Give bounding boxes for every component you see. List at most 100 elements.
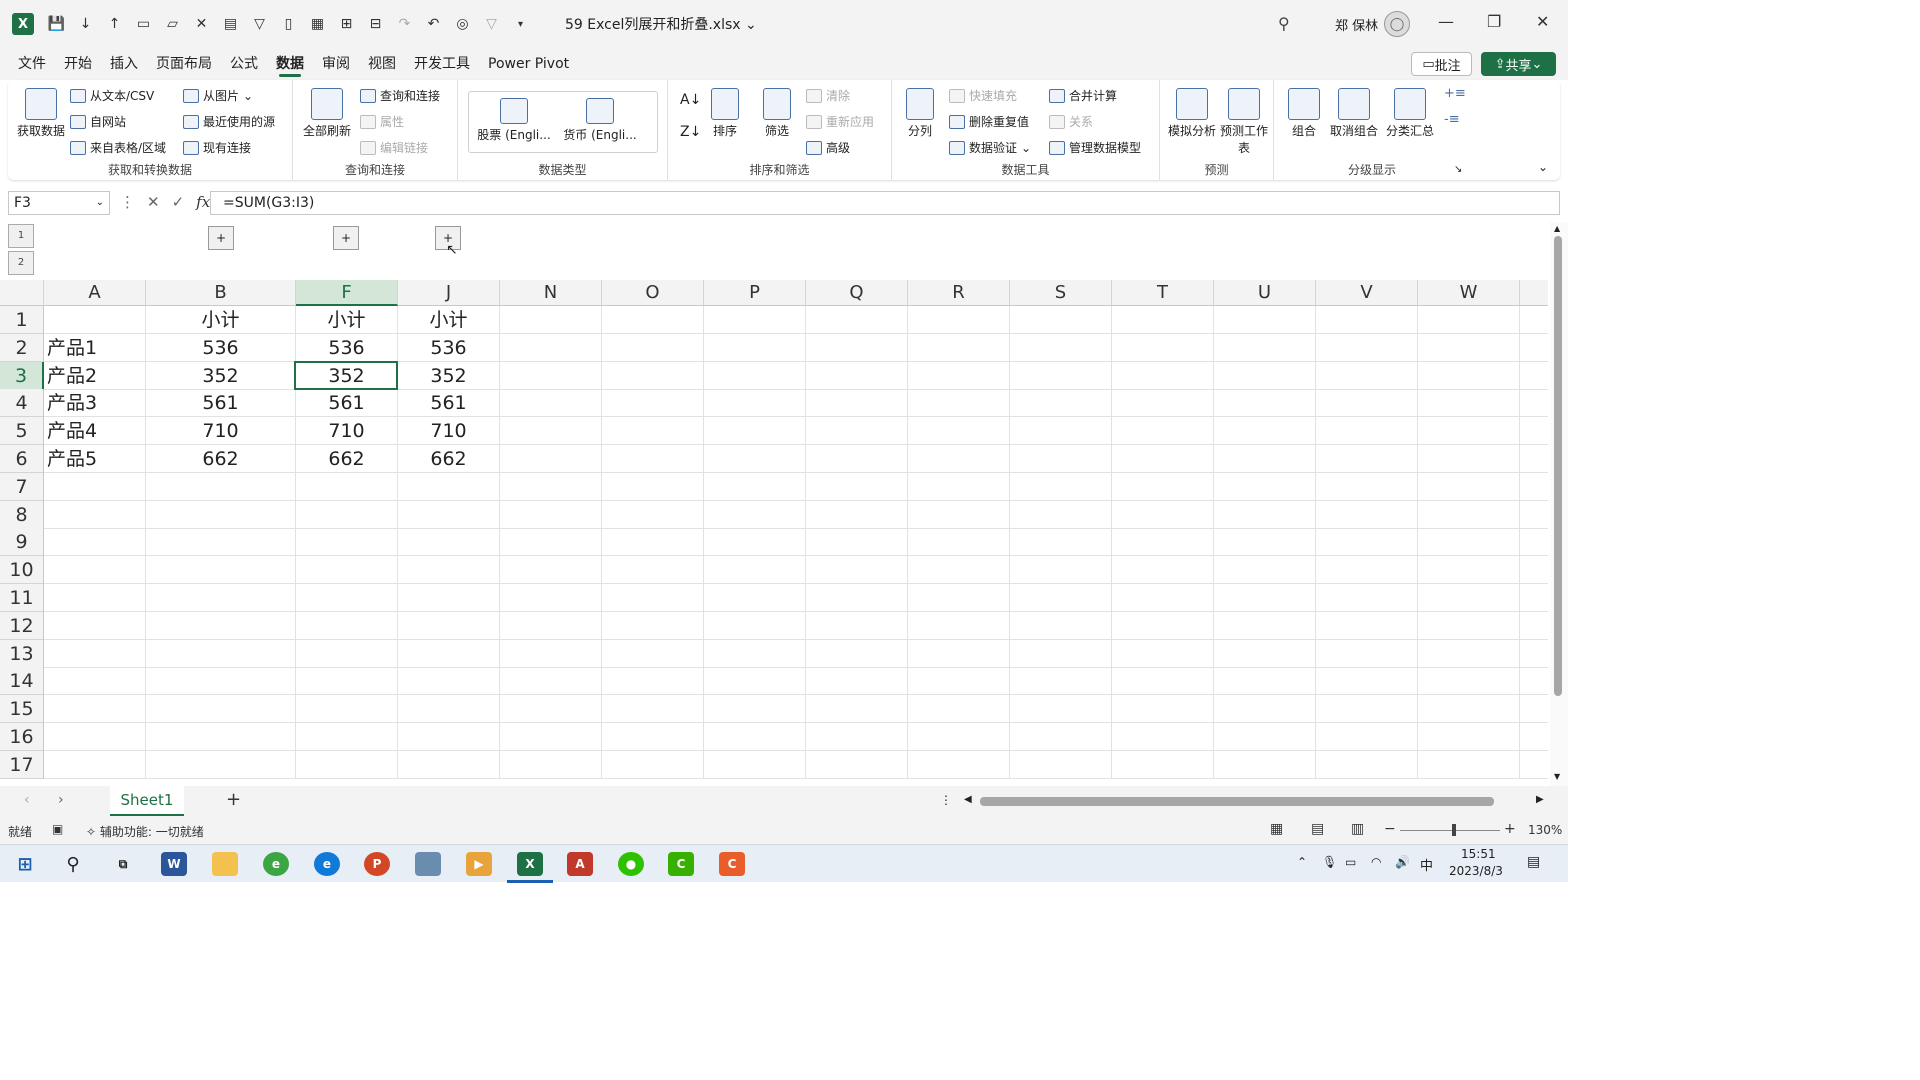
cell[interactable]	[44, 472, 146, 501]
cell[interactable]	[44, 556, 146, 585]
cell[interactable]	[1520, 501, 1548, 529]
cell[interactable]	[1520, 640, 1548, 668]
queries-connections-button[interactable]: 查询和连接	[360, 87, 440, 104]
cell[interactable]	[704, 556, 806, 585]
cell[interactable]	[296, 611, 398, 640]
cell[interactable]	[806, 584, 908, 612]
cell[interactable]	[806, 361, 908, 390]
cell[interactable]	[1112, 389, 1214, 418]
cell[interactable]	[500, 723, 602, 751]
cell[interactable]	[296, 695, 398, 724]
cell[interactable]	[44, 528, 146, 557]
row-header[interactable]: 11	[0, 584, 44, 612]
cell[interactable]	[1418, 306, 1520, 334]
manage-data-model-button[interactable]: 管理数据模型	[1049, 139, 1141, 156]
cell[interactable]	[1520, 362, 1548, 390]
cell[interactable]	[1316, 472, 1418, 501]
cell[interactable]	[1418, 667, 1520, 696]
collapse-ribbon-icon[interactable]: ⌄	[1538, 160, 1548, 174]
cell[interactable]	[704, 472, 806, 501]
cell[interactable]	[1010, 556, 1112, 585]
accessibility-status[interactable]: ✧ 辅助功能: 一切就绪	[86, 823, 204, 840]
cell[interactable]	[1520, 306, 1548, 334]
cell[interactable]	[908, 639, 1010, 668]
cell[interactable]	[1010, 750, 1112, 779]
tab-file[interactable]: 文件	[9, 48, 55, 80]
tab-data[interactable]: 数据	[267, 48, 313, 80]
tab-home[interactable]: 开始	[55, 48, 101, 80]
cell[interactable]	[398, 472, 500, 501]
cell[interactable]	[1520, 584, 1548, 612]
tab-power-pivot[interactable]: Power Pivot	[479, 48, 578, 80]
row-header[interactable]: 1	[0, 306, 44, 334]
clear-filter-icon[interactable]: ▽	[477, 10, 506, 39]
row-header[interactable]: 9	[0, 528, 44, 557]
formula-input[interactable]: =SUM(G3:I3)	[210, 191, 1560, 215]
cell[interactable]	[1214, 556, 1316, 585]
relationships-button[interactable]: 关系	[1049, 113, 1093, 130]
cell[interactable]	[908, 389, 1010, 418]
sort-desc-icon[interactable]: ↑	[100, 10, 129, 39]
row-header[interactable]: 5	[0, 417, 44, 446]
cell[interactable]	[806, 695, 908, 724]
cell[interactable]	[704, 417, 806, 446]
cell[interactable]	[1112, 361, 1214, 390]
cell[interactable]	[146, 500, 296, 529]
cell[interactable]	[1418, 445, 1520, 473]
cell[interactable]: 662	[146, 445, 296, 473]
cell[interactable]: 小计	[398, 306, 500, 334]
cell[interactable]: 536	[146, 333, 296, 362]
column-header[interactable]: Q	[806, 280, 908, 306]
cell[interactable]	[602, 639, 704, 668]
cell[interactable]	[1010, 389, 1112, 418]
cell[interactable]	[908, 306, 1010, 334]
cell[interactable]	[296, 667, 398, 696]
cell[interactable]	[1316, 695, 1418, 724]
page-break-icon[interactable]: ▥	[1351, 821, 1364, 837]
cell[interactable]	[1214, 389, 1316, 418]
camtasia-icon[interactable]: C	[668, 852, 694, 876]
cell[interactable]	[1316, 556, 1418, 585]
cell[interactable]	[500, 528, 602, 557]
cell[interactable]	[1520, 723, 1548, 751]
page-layout-icon[interactable]: ▤	[1311, 821, 1324, 837]
row-header[interactable]: 14	[0, 667, 44, 696]
sheet-tab[interactable]: Sheet1	[110, 786, 184, 816]
cell[interactable]	[704, 500, 806, 529]
from-text-csv-button[interactable]: 从文本/CSV	[70, 87, 154, 104]
cell[interactable]	[1418, 500, 1520, 529]
cell[interactable]	[806, 667, 908, 696]
cell[interactable]	[1112, 472, 1214, 501]
vertical-scrollbar[interactable]: ▲ ▼	[1550, 222, 1568, 786]
edit-links-button[interactable]: 编辑链接	[360, 139, 428, 156]
forecast-sheet-button[interactable]: 预测工作表	[1220, 88, 1268, 156]
cell[interactable]	[806, 500, 908, 529]
group-button[interactable]: 组合	[1284, 88, 1324, 139]
zoom-slider-thumb[interactable]	[1452, 824, 1456, 836]
add-sheet-icon[interactable]: +	[226, 789, 241, 810]
scroll-right-icon[interactable]: ▶	[1536, 794, 1544, 805]
tab-page-layout[interactable]: 页面布局	[147, 48, 221, 80]
cell[interactable]	[500, 639, 602, 668]
open-folder-icon[interactable]: ▱	[158, 10, 187, 39]
row-header[interactable]: 2	[0, 333, 44, 362]
cell[interactable]	[1316, 445, 1418, 473]
recent-sources-button[interactable]: 最近使用的源	[183, 113, 275, 130]
zoom-in-icon[interactable]: +	[1504, 821, 1516, 837]
enter-icon[interactable]: ✓	[172, 193, 185, 211]
cell[interactable]	[146, 556, 296, 585]
cell[interactable]	[1316, 500, 1418, 529]
cancel-icon[interactable]: ✕	[147, 193, 160, 211]
cell[interactable]	[1520, 389, 1548, 418]
cell[interactable]	[1112, 584, 1214, 612]
insert-function-icon[interactable]: fx	[196, 193, 210, 211]
cell[interactable]	[602, 445, 704, 473]
cell[interactable]	[1214, 306, 1316, 334]
cell[interactable]	[806, 528, 908, 557]
windows-start-icon[interactable]: ⊞	[12, 852, 38, 876]
tab-view[interactable]: 视图	[359, 48, 405, 80]
tab-developer[interactable]: 开发工具	[405, 48, 479, 80]
word-icon[interactable]: W	[161, 852, 187, 876]
clock-time[interactable]: 15:51	[1461, 847, 1496, 861]
scroll-up-icon[interactable]: ▲	[1554, 224, 1560, 233]
